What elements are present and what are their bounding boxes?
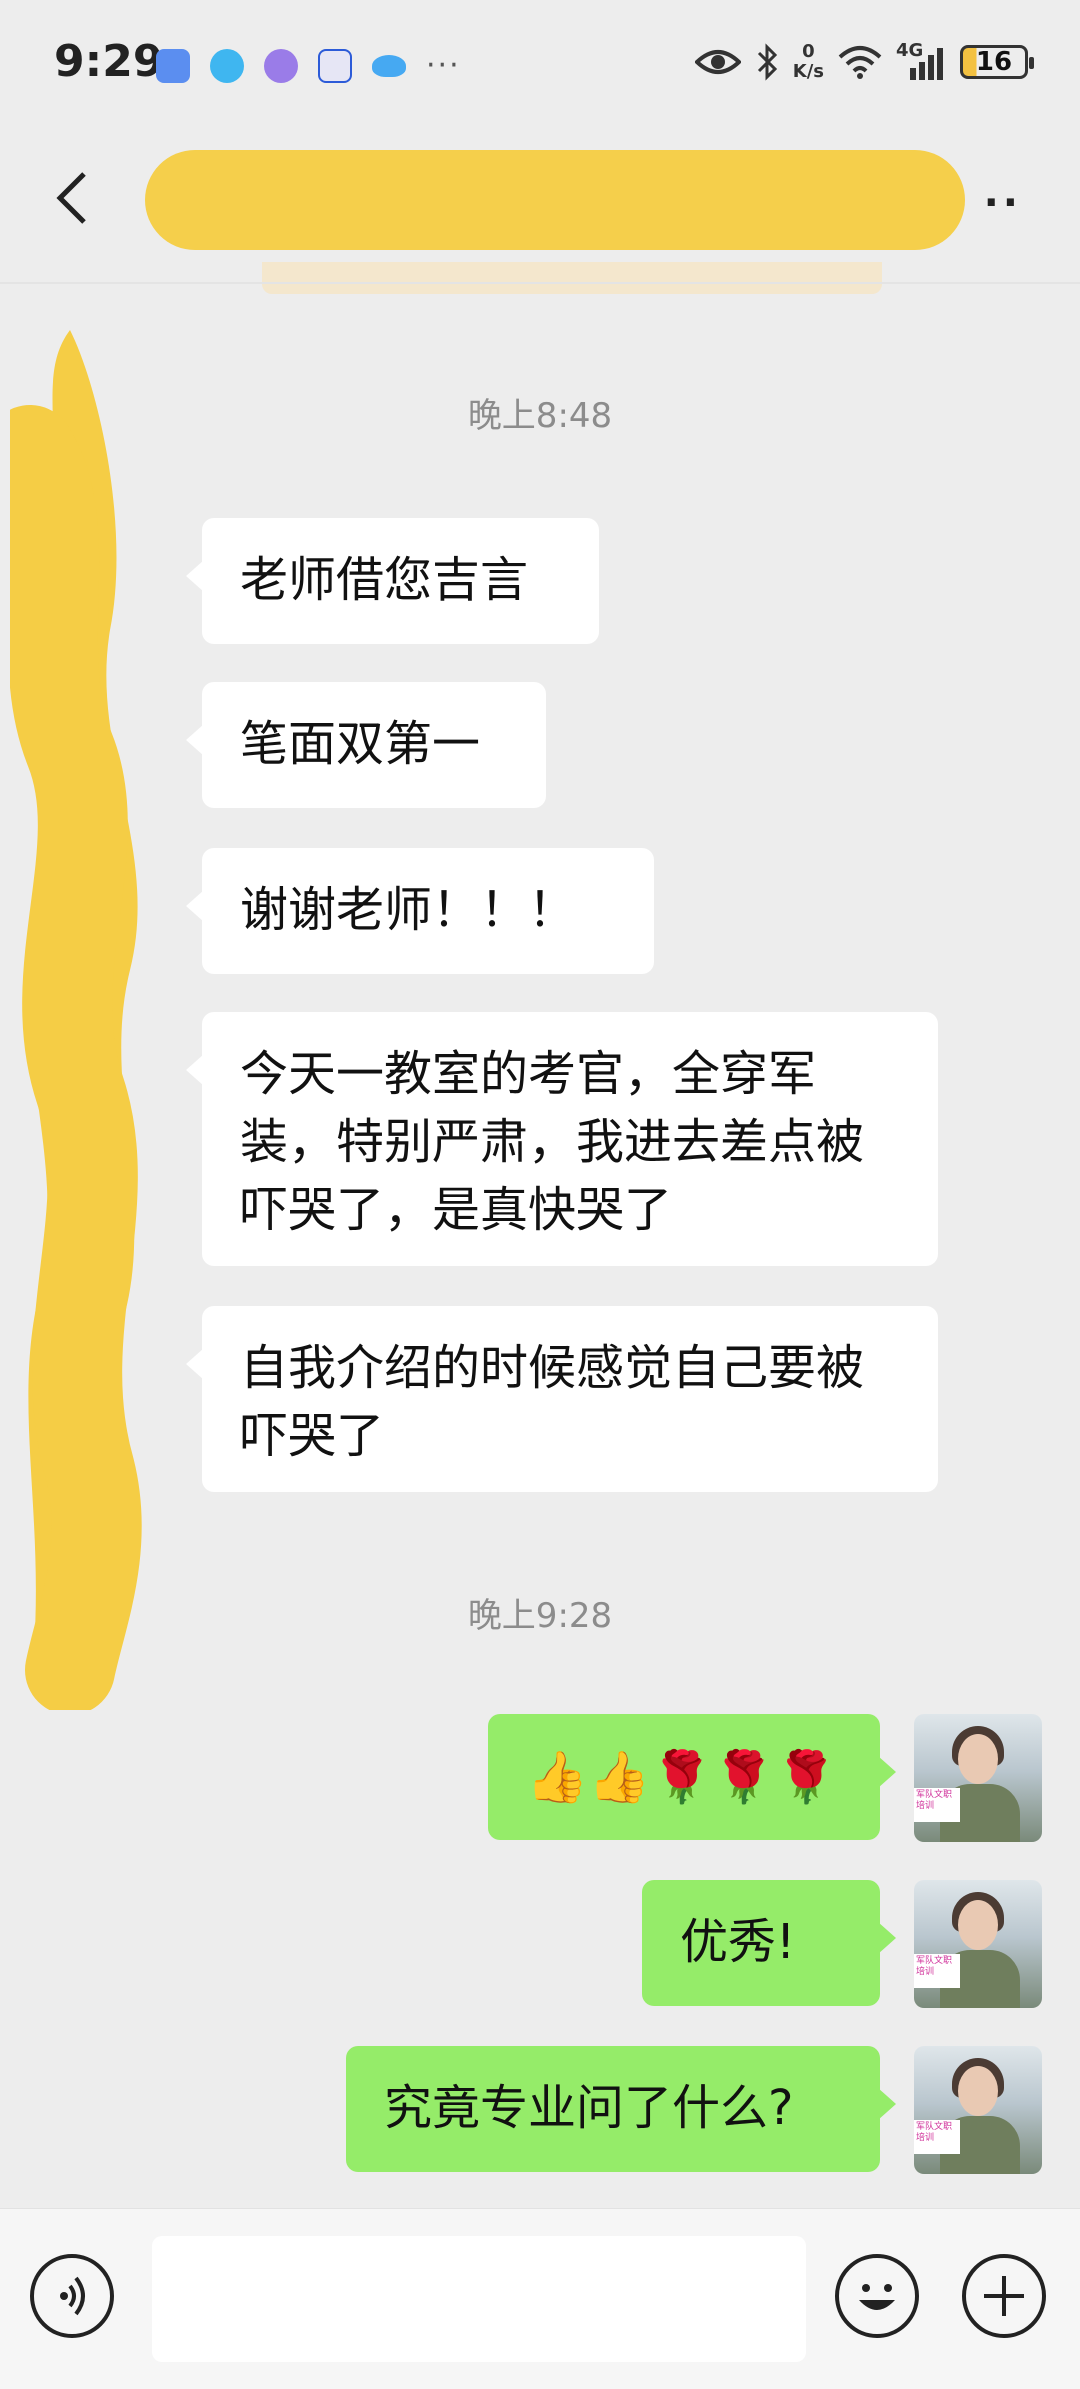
music-app-icon [264,48,298,83]
timestamp: 晚上9:28 [467,1596,613,1636]
message-input[interactable] [152,2236,806,2362]
message-bubble[interactable]: 老师借您吉言 [186,518,599,644]
timestamp: 晚上8:48 [467,396,613,436]
avatar[interactable]: 军队文职培训 [914,1880,1042,2008]
redacted-avatar-scribble [10,330,142,1710]
status-bar: 9:29 ··· 0 K/s 4G 16 [0,0,1080,140]
status-time: 9:29 [54,36,164,87]
avatar[interactable]: 军队文职培训 [914,1714,1042,1842]
notification-icons: ··· [156,48,461,83]
network-type: 4G [896,40,924,61]
wifi-icon [838,46,882,79]
thumbs-rose-emoji: 👍👍🌹🌹🌹 [526,1748,838,1806]
net-speed-unit: K/s [792,61,824,82]
net-speed: 0 K/s [793,42,824,82]
voice-icon [60,2276,85,2316]
message-bubble-self[interactable]: 优秀! [642,1880,896,2006]
avatar[interactable]: 军队文职培训 [914,2046,1042,2174]
net-speed-value: 0 [802,41,815,62]
message-bubble[interactable]: 今天一教室的考官，全穿军装，特别严肃，我进去差点被吓哭了，是真快哭了 [186,1012,938,1266]
avatar-tag: 军队文职培训 [914,2120,960,2154]
transfer-app-icon [156,48,190,83]
avatar-tag: 军队文职培训 [914,1954,960,1988]
header-divider [0,282,1080,284]
emoji-button[interactable] [835,2254,919,2338]
emoji-icon [859,2284,895,2310]
plus-icon [984,2276,1024,2316]
cloud-app-icon [372,54,406,77]
bluetooth-icon [757,43,777,81]
status-right: 0 K/s 4G 16 [694,40,1034,82]
redaction-scribble [145,150,965,250]
more-notifications-icon: ··· [426,48,461,83]
message-bubble[interactable]: 谢谢老师！！！ [186,848,654,974]
more-options-icon[interactable]: ·· [984,180,1022,226]
pinned-banner [262,262,882,294]
signal-icon: 4G [896,40,946,80]
message-bubble[interactable]: 自我介绍的时候感觉自己要被吓哭了 [186,1306,938,1492]
voice-button[interactable] [30,2254,114,2338]
plus-button[interactable] [962,2254,1046,2338]
message-bubble-self[interactable]: 👍👍🌹🌹🌹 [488,1714,896,1840]
baidu-app-icon [318,48,352,83]
message-bubble-self[interactable]: 究竟专业问了什么? [346,2046,896,2172]
back-chevron-icon[interactable] [52,168,92,228]
eye-comfort-icon [694,50,741,74]
avatar-tag: 军队文职培训 [914,1788,960,1822]
battery-indicator: 16 [960,45,1034,79]
browser-app-icon [210,48,244,83]
message-bubble[interactable]: 笔面双第一 [186,682,546,808]
